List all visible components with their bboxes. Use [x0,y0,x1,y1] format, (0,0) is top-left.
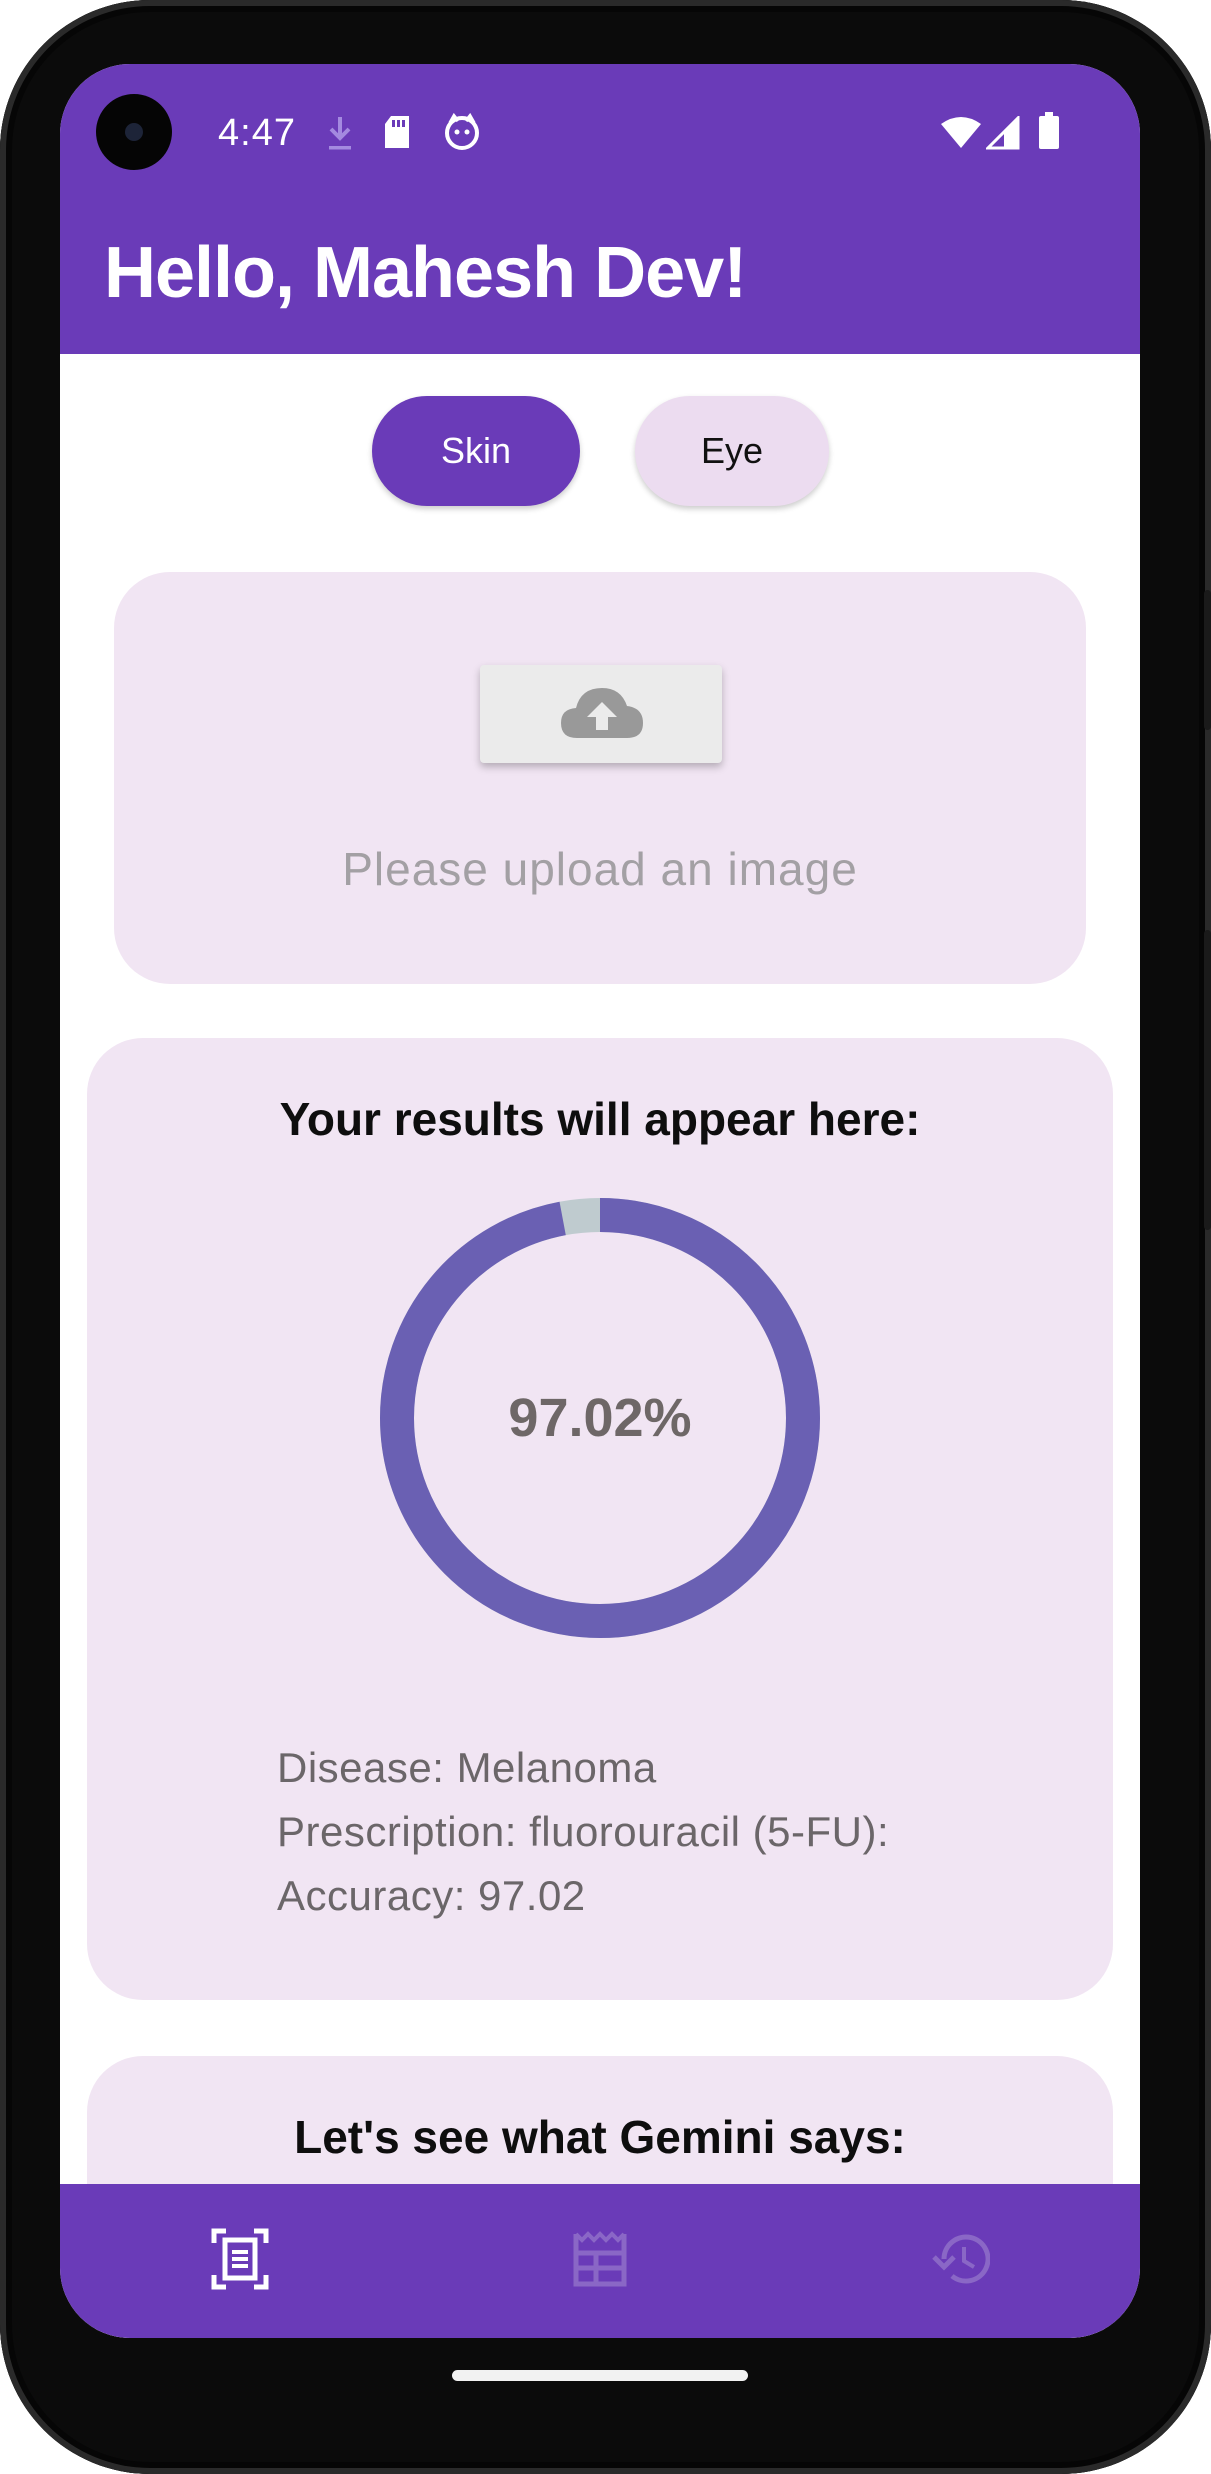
prescription-text: Prescription: fluorouracil (5-FU): [277,1808,890,1855]
upload-card: Please upload an image [114,572,1086,984]
app-bar: 4:47 Hello, Mahesh Dev! [60,64,1140,354]
upload-hint: Please upload an image [342,843,858,895]
history-icon [930,2231,991,2292]
results-card: Your results will appear here: 97.02% Di… [87,1038,1113,2000]
nav-calendar[interactable] [420,2184,780,2338]
calendar-view-icon [570,2230,630,2292]
nav-scan[interactable] [60,2184,420,2338]
battery-icon [1038,112,1060,155]
power-button [1204,590,1211,730]
signal-icon [984,114,1020,155]
disease-text: Disease: Melanoma [277,1744,657,1791]
notification-app-icon [443,112,481,156]
nav-history[interactable] [780,2184,1140,2338]
eye-tab-button[interactable]: Eye [635,396,829,506]
front-camera [96,94,172,170]
accuracy-ring: 97.02% [350,1168,850,1668]
home-indicator[interactable] [452,2370,748,2381]
greeting-title: Hello, Mahesh Dev! [104,233,747,313]
status-time: 4:47 [218,112,296,154]
accuracy-percentage: 97.02% [508,1388,692,1448]
phone-frame: 4:47 Hello, Mahesh Dev! Skin Eye Please … [0,0,1211,2474]
upload-image-button[interactable] [480,665,722,763]
app-screen: 4:47 Hello, Mahesh Dev! Skin Eye Please … [60,64,1140,2338]
cloud-upload-icon [557,682,645,747]
sd-card-icon [383,114,411,155]
document-scanner-icon [210,2227,270,2296]
wifi-icon [940,116,982,155]
gemini-title: Let's see what Gemini says: [294,2111,906,2163]
bottom-navigation [60,2184,1140,2338]
status-bar: 4:47 [60,64,1140,204]
accuracy-text: Accuracy: 97.02 [277,1872,586,1919]
results-title: Your results will appear here: [279,1093,921,1145]
volume-button [1204,930,1211,1230]
download-icon [326,114,354,157]
skin-tab-button[interactable]: Skin [372,396,580,506]
